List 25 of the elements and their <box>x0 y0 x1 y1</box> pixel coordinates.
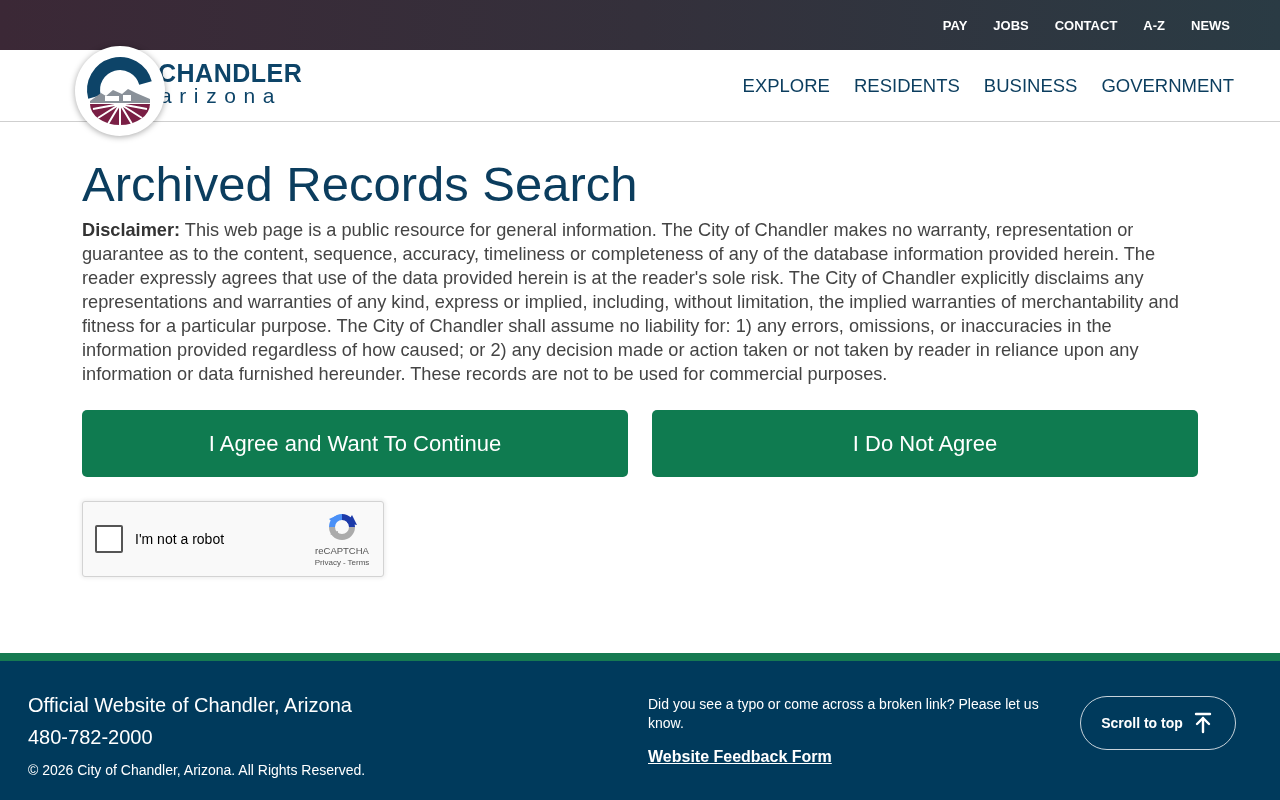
captcha-label: I'm not a robot <box>135 531 226 547</box>
nav-link[interactable]: BUSINESS <box>983 74 1078 97</box>
terms-link[interactable]: Terms <box>347 556 370 568</box>
top-link[interactable]: JOBS <box>993 17 1029 33</box>
disagree-button[interactable]: I Do Not Agree <box>652 410 1198 477</box>
top-link[interactable]: A-Z <box>1143 17 1165 33</box>
feedback-prompt: Did you see a typo or come across a broken link? Please let us know. <box>648 695 1040 733</box>
captcha-brand: reCAPTCHA <box>315 544 369 557</box>
disclaimer-text: Disclaimer: This web page is a public resource for general information. The City of Chandler makes no warranty, representation or guarantee as to the content, sequence, accuracy, timeliness or completeness of any of the database information provided herein. The reader expressly agrees that use of the data provided herein is at the reader's sole risk. The City of Chandler explicitly disclaims any representations and warranties of any kind, express or implied, including, without limitation, the implied warranties of merchantability and fitness for a particular purpose. The City of Chandler shall assume no liability for: 1) any errors, omissions, or inaccuracies in the information provided regardless of how caused; or 2) any decision made or action taken or not taken by reader in reliance upon any information or data furnished hereunder. These records are not to be used for commercial purposes. <box>82 219 1180 386</box>
top-link[interactable]: NEWS <box>1191 17 1230 33</box>
captcha-checkbox[interactable] <box>95 525 123 553</box>
feedback-link[interactable]: Website Feedback Form <box>648 748 832 766</box>
phone-number: 480-782-2000 <box>28 725 154 750</box>
nav-link[interactable]: EXPLORE <box>742 74 830 97</box>
copyright-text: © 2026 City of Chandler, Arizona. All Rights Reserved. <box>28 761 367 779</box>
privacy-link[interactable]: Privacy <box>314 556 341 568</box>
top-link[interactable]: PAY <box>942 17 968 33</box>
nav-link[interactable]: GOVERNMENT <box>1101 74 1234 97</box>
top-link[interactable]: CONTACT <box>1054 17 1118 33</box>
agree-button[interactable]: I Agree and Want To Continue <box>82 410 628 477</box>
logo-name: CHANDLER <box>158 59 303 86</box>
site-name: Official Website of Chandler, Arizona <box>28 693 353 718</box>
nav-link[interactable]: RESIDENTS <box>853 74 960 97</box>
page-title: Archived Records Search <box>82 156 639 213</box>
link-separator: - <box>342 556 346 568</box>
